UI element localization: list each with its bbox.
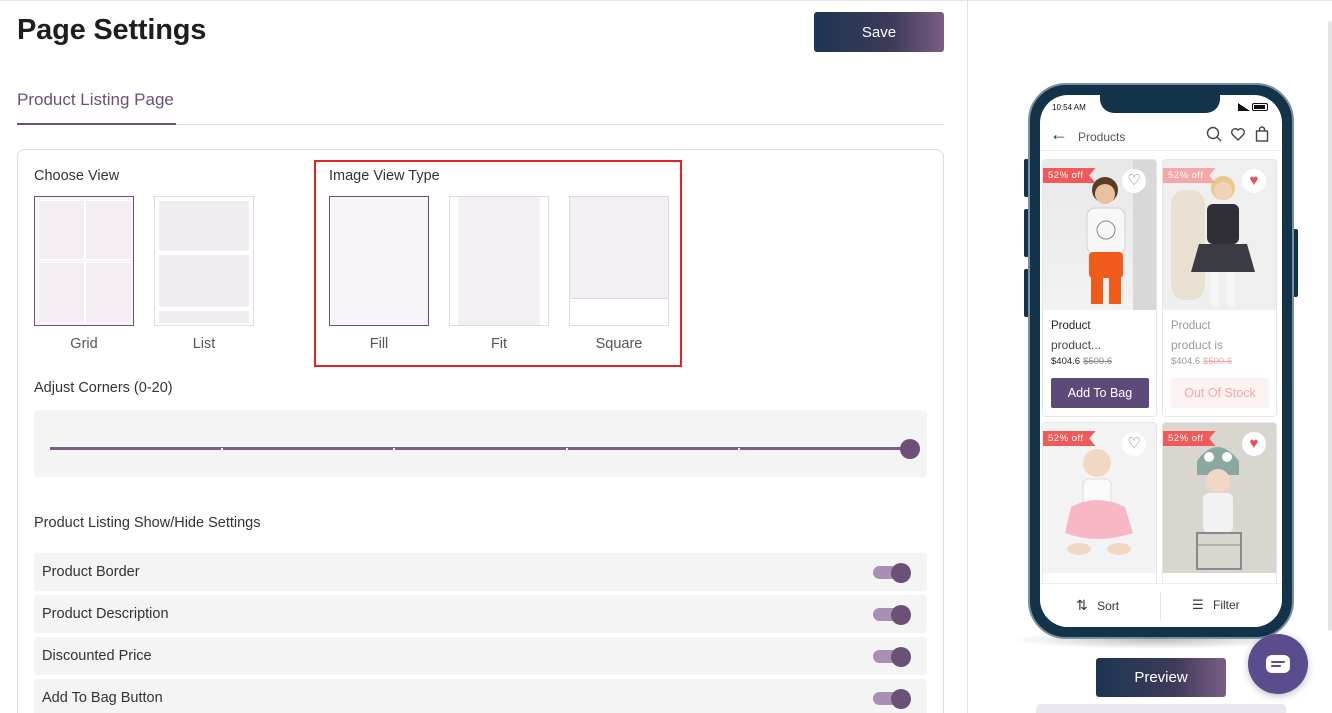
view-option-list[interactable]: [154, 196, 254, 326]
chat-widget-button[interactable]: [1248, 634, 1308, 694]
status-icons: [1238, 102, 1268, 111]
preview-bottom-strip: [1036, 704, 1286, 713]
slider-tick: [566, 448, 568, 450]
product-border-toggle[interactable]: [873, 563, 911, 583]
back-arrow-icon: ←: [1050, 124, 1068, 144]
preview-scrollbar[interactable]: [1328, 21, 1332, 631]
status-time: 10:54 AM: [1052, 103, 1086, 112]
heart-icon: [1230, 126, 1246, 145]
view-option-grid[interactable]: [34, 196, 134, 326]
corner-slider-thumb[interactable]: [900, 439, 920, 459]
grid-preview-cell: [85, 262, 132, 323]
chat-icon: [1266, 655, 1290, 673]
discount-badge: 52% off: [1163, 431, 1216, 446]
filter-icon: ☰: [1192, 597, 1204, 612]
product-card[interactable]: 52% off ♥ Product product is $404.6 $500.…: [1162, 159, 1277, 417]
product-description: product is: [1171, 338, 1224, 352]
sort-icon: ⇅: [1076, 597, 1088, 613]
preview-header: ← Products: [1040, 121, 1282, 151]
phone-mockup: 10:54 AM ← Products 52% off ♡ Product pr…: [1028, 83, 1294, 639]
phone-screen: 10:54 AM ← Products 52% off ♡ Product pr…: [1040, 95, 1282, 627]
product-name: Product: [1051, 320, 1091, 332]
corner-slider-container: [34, 410, 927, 477]
product-description: product...: [1051, 338, 1102, 352]
old-price: $500.6: [1083, 356, 1113, 367]
adjust-corners-label: Adjust Corners (0-20): [34, 380, 173, 396]
settings-panel: Page Settings Save Product Listing Page …: [0, 0, 967, 713]
bag-icon: [1254, 126, 1270, 145]
preview-header-title: Products: [1078, 130, 1126, 144]
wishlist-heart-filled-icon[interactable]: ♥: [1242, 432, 1266, 456]
setting-row-discounted-price: Discounted Price: [34, 637, 927, 675]
filter-label: Filter: [1213, 598, 1240, 612]
grid-preview-cell: [38, 262, 85, 323]
preview-panel: 10:54 AM ← Products 52% off ♡ Product pr…: [968, 0, 1332, 713]
wishlist-heart-icon[interactable]: ♡: [1122, 432, 1146, 456]
current-price: $404.6: [1051, 356, 1081, 367]
add-to-bag-button[interactable]: Add To Bag: [1051, 378, 1149, 408]
page-title: Page Settings: [17, 14, 207, 46]
search-icon: [1206, 126, 1222, 145]
product-price: $404.6 $500.6: [1051, 356, 1112, 367]
filter-button[interactable]: ☰ Filter: [1192, 597, 1240, 613]
discounted-price-toggle[interactable]: [873, 647, 911, 667]
view-option-list-label: List: [192, 336, 216, 352]
image-view-type-highlight: [314, 160, 682, 367]
product-card[interactable]: 52% off ♥: [1162, 422, 1277, 592]
list-preview-row: [158, 254, 250, 308]
preview-bottom-bar: ⇅ Sort ☰ Filter: [1040, 583, 1282, 627]
setting-label: Add To Bag Button: [42, 690, 163, 706]
current-price: $404.6: [1171, 356, 1201, 367]
discount-badge: 52% off: [1043, 168, 1096, 183]
setting-label: Product Border: [42, 564, 140, 580]
choose-view-label: Choose View: [34, 168, 120, 184]
product-card[interactable]: 52% off ♡ Product product... $404.6 $500.…: [1042, 159, 1157, 417]
sort-label: Sort: [1097, 599, 1120, 613]
wishlist-heart-filled-icon[interactable]: ♥: [1242, 169, 1266, 193]
product-description-toggle[interactable]: [873, 605, 911, 625]
old-price: $500.6: [1203, 356, 1233, 367]
corner-slider-track[interactable]: [50, 447, 910, 450]
tab-product-listing-page[interactable]: Product Listing Page: [17, 81, 176, 125]
slider-tick: [738, 448, 740, 450]
sort-button[interactable]: ⇅ Sort: [1076, 597, 1119, 614]
setting-row-product-description: Product Description: [34, 595, 927, 633]
bottom-bar-divider: [1160, 592, 1161, 620]
setting-label: Product Description: [42, 606, 169, 622]
setting-row-product-border: Product Border: [34, 553, 927, 591]
discount-badge: 52% off: [1043, 431, 1096, 446]
grid-preview-cell: [38, 200, 85, 260]
add-to-bag-toggle[interactable]: [873, 689, 911, 709]
wishlist-heart-icon[interactable]: ♡: [1122, 169, 1146, 193]
list-preview-row: [158, 200, 250, 252]
setting-label: Discounted Price: [42, 648, 152, 664]
show-hide-label: Product Listing Show/Hide Settings: [34, 515, 261, 531]
preview-button[interactable]: Preview: [1096, 658, 1226, 697]
signal-icon: [1238, 102, 1250, 111]
tab-bar: Product Listing Page: [17, 81, 944, 125]
slider-tick: [221, 448, 223, 450]
slider-tick: [393, 448, 395, 450]
product-card[interactable]: 52% off ♡: [1042, 422, 1157, 592]
view-option-grid-label: Grid: [70, 336, 98, 352]
battery-icon: [1252, 102, 1268, 111]
product-price: $404.6 $500.6: [1171, 356, 1232, 367]
list-preview-row: [158, 310, 250, 324]
phone-notch: [1100, 95, 1220, 113]
grid-preview-cell: [85, 200, 132, 260]
discount-badge: 52% off: [1163, 168, 1216, 183]
out-of-stock-button[interactable]: Out Of Stock: [1171, 378, 1269, 408]
product-name: Product: [1171, 320, 1211, 332]
setting-row-add-to-bag: Add To Bag Button: [34, 679, 927, 713]
save-button[interactable]: Save: [814, 12, 944, 52]
